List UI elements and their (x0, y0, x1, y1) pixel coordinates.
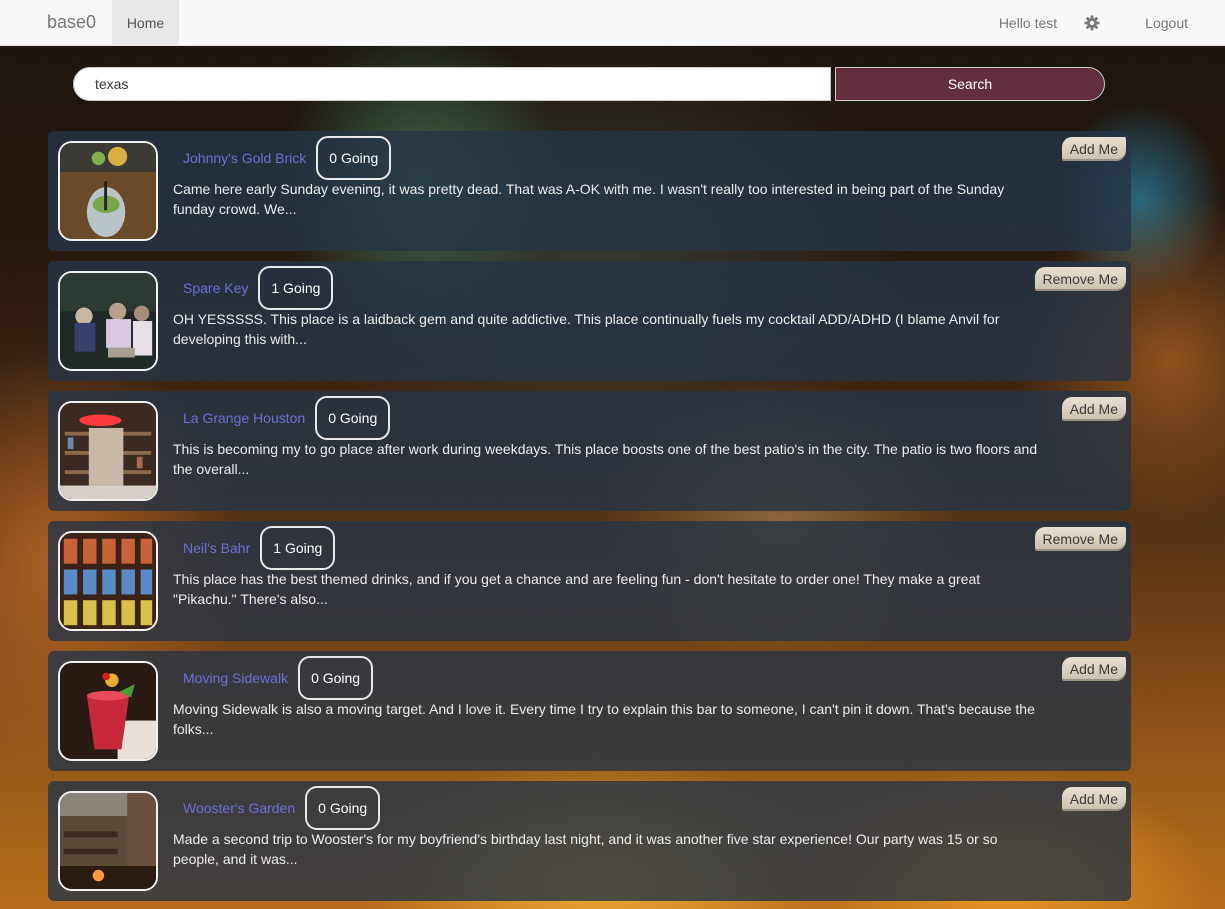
venue-header: Spare Key 1 Going (183, 266, 334, 310)
venue-card: La Grange Houston 0 Going This is becomi… (48, 391, 1131, 511)
venue-name-link[interactable]: Wooster's Garden (183, 800, 295, 816)
venue-description: OH YESSSSS. This place is a laidback gem… (173, 311, 1000, 347)
search-bar: Search (73, 67, 1105, 101)
going-count-badge: 0 Going (305, 786, 381, 830)
venue-card: Spare Key 1 Going OH YESSSSS. This place… (48, 261, 1131, 381)
venue-name-link[interactable]: Spare Key (183, 280, 248, 296)
venue-card: Moving Sidewalk 0 Going Moving Sidewalk … (48, 651, 1131, 771)
add-me-button[interactable]: Add Me (1061, 787, 1126, 811)
going-count-badge: 1 Going (258, 266, 334, 310)
going-count-badge: 1 Going (260, 526, 336, 570)
add-me-button[interactable]: Add Me (1061, 657, 1126, 681)
venue-name-link[interactable]: Neil's Bahr (183, 540, 250, 556)
remove-me-button[interactable]: Remove Me (1034, 267, 1126, 291)
gear-icon[interactable] (1084, 15, 1100, 31)
brand-logo[interactable]: base0 (47, 12, 112, 33)
venue-photo (58, 141, 158, 241)
venue-photo (58, 791, 158, 891)
venue-header: Johnny's Gold Brick 0 Going (183, 136, 392, 180)
venue-description: Made a second trip to Wooster's for my b… (173, 831, 998, 867)
venue-header: Wooster's Garden 0 Going (183, 786, 381, 830)
nav-right: Hello test Logout (999, 15, 1188, 31)
venue-card: Wooster's Garden 0 Going Made a second t… (48, 781, 1131, 901)
user-greeting-link[interactable]: Hello test (999, 15, 1057, 31)
venue-description: This place has the best themed drinks, a… (173, 571, 981, 607)
venue-name-link[interactable]: Johnny's Gold Brick (183, 150, 306, 166)
venue-list: Johnny's Gold Brick 0 Going Came here ea… (48, 131, 1131, 909)
venue-photo (58, 661, 158, 761)
venue-description: Came here early Sunday evening, it was p… (173, 181, 1005, 217)
venue-description: This is becoming my to go place after wo… (173, 441, 1038, 477)
going-count-badge: 0 Going (316, 136, 392, 180)
venue-photo (58, 531, 158, 631)
remove-me-button[interactable]: Remove Me (1034, 527, 1126, 551)
venue-header: Neil's Bahr 1 Going (183, 526, 336, 570)
venue-name-link[interactable]: Moving Sidewalk (183, 670, 288, 686)
venue-header: Moving Sidewalk 0 Going (183, 656, 374, 700)
logout-link[interactable]: Logout (1145, 15, 1188, 31)
going-count-badge: 0 Going (298, 656, 374, 700)
nav-home-link[interactable]: Home (112, 0, 179, 46)
going-count-badge: 0 Going (315, 396, 391, 440)
venue-description: Moving Sidewalk is also a moving target.… (173, 701, 1035, 737)
venue-card: Johnny's Gold Brick 0 Going Came here ea… (48, 131, 1131, 251)
venue-photo (58, 401, 158, 501)
search-button[interactable]: Search (835, 67, 1105, 101)
venue-header: La Grange Houston 0 Going (183, 396, 391, 440)
venue-photo (58, 271, 158, 371)
search-input[interactable] (73, 67, 831, 101)
add-me-button[interactable]: Add Me (1061, 397, 1126, 421)
venue-card: Neil's Bahr 1 Going This place has the b… (48, 521, 1131, 641)
navbar: base0 Home Hello test Logout (0, 0, 1225, 46)
add-me-button[interactable]: Add Me (1061, 137, 1126, 161)
venue-name-link[interactable]: La Grange Houston (183, 410, 305, 426)
